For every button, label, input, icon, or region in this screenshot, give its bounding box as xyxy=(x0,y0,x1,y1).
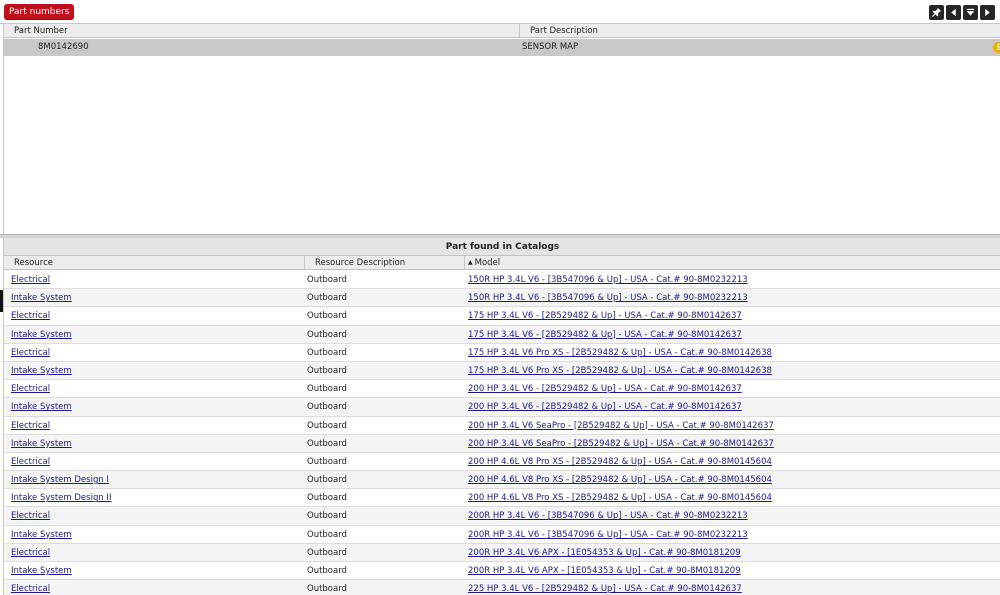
resource-link[interactable]: Intake System xyxy=(11,526,72,544)
resource-description-cell: Outboard xyxy=(307,384,347,395)
model-link[interactable]: 175 HP 3.4L V6 Pro XS - [2B529482 & Up] … xyxy=(468,344,772,362)
table-row[interactable]: Electrical Outboard 200 HP 3.4L V6 SeaPro … xyxy=(4,417,1000,435)
catalog-table-header: Resource Resource Description ▲ Model xyxy=(4,256,1000,270)
resource-description-cell: Outboard xyxy=(307,275,347,285)
column-header-model-label: Model xyxy=(474,258,501,268)
resource-link[interactable]: Intake System xyxy=(11,562,72,580)
table-row[interactable]: Intake System Outboard 200R HP 3.4L V6 APX… xyxy=(4,562,1000,581)
part-table-header: Part Number Part Description xyxy=(4,24,1000,38)
part-number-value: 8M0142690 xyxy=(38,42,89,52)
resource-description-cell: Outboard xyxy=(307,547,347,558)
column-header-model[interactable]: ▲ Model xyxy=(465,256,1000,270)
resource-link[interactable]: Intake System xyxy=(11,289,72,307)
pin-button[interactable] xyxy=(929,5,944,20)
model-link[interactable]: 200 HP 3.4L V6 - [2B529482 & Up] - USA -… xyxy=(468,380,742,398)
resource-description-cell: Outboard xyxy=(307,438,347,449)
column-header-resource-description[interactable]: Resource Description xyxy=(305,256,465,270)
catalog-rows: Electrical Outboard 150R HP 3.4L V6 - [3B5… xyxy=(4,271,1000,595)
table-row[interactable]: Intake System Design II Outboard 200 HP 4.… xyxy=(4,489,1000,508)
resource-link[interactable]: Electrical xyxy=(11,507,50,525)
next-icon xyxy=(985,8,990,17)
model-link[interactable]: 225 HP 3.4L V6 - [2B529482 & Up] - USA -… xyxy=(468,580,742,595)
model-link[interactable]: 200 HP 3.4L V6 SeaPro - [2B529482 & Up] … xyxy=(468,417,774,435)
filter-icon xyxy=(966,8,975,16)
column-header-part-description[interactable]: Part Description xyxy=(520,24,1000,38)
table-row[interactable]: Intake System Outboard 175 HP 3.4L V6 Pro … xyxy=(4,361,1000,381)
table-row[interactable]: Electrical Outboard 225 HP 3.4L V6 - [2B52… xyxy=(4,580,1000,595)
model-link[interactable]: 150R HP 3.4L V6 - [3B547096 & Up] - USA … xyxy=(468,289,748,307)
model-link[interactable]: 175 HP 3.4L V6 - [2B529482 & Up] - USA -… xyxy=(468,307,742,325)
resource-link[interactable]: Electrical xyxy=(11,271,50,289)
resource-description-cell: Outboard xyxy=(307,511,347,522)
sort-ascending-icon: ▲ xyxy=(468,259,473,266)
resource-description-cell: Outboard xyxy=(307,365,347,376)
model-link[interactable]: 200 HP 4.6L V8 Pro XS - [2B529482 & Up] … xyxy=(468,471,772,489)
previous-icon xyxy=(951,8,956,17)
resource-description-cell: Outboard xyxy=(307,347,347,358)
table-row[interactable]: Intake System Outboard 175 HP 3.4L V6 - [2… xyxy=(4,325,1000,344)
resource-link[interactable]: Electrical xyxy=(11,453,50,471)
resource-description-cell: Outboard xyxy=(307,475,347,486)
part-numbers-panel: Part Number Part Description 8M0142690 S… xyxy=(3,24,1000,234)
model-link[interactable]: 200R HP 3.4L V6 APX - [1E054353 & Up] - … xyxy=(468,562,741,580)
model-link[interactable]: 175 HP 3.4L V6 Pro XS - [2B529482 & Up] … xyxy=(468,362,772,380)
filter-button[interactable] xyxy=(963,5,978,20)
model-link[interactable]: 200R HP 3.4L V6 APX - [1E054353 & Up] - … xyxy=(468,544,741,562)
resource-link[interactable]: Electrical xyxy=(11,307,50,325)
resource-link[interactable]: Intake System xyxy=(11,362,72,380)
table-row[interactable]: Intake System Design I Outboard 200 HP 4.6… xyxy=(4,471,1000,490)
resource-description-cell: Outboard xyxy=(307,293,347,304)
resource-link[interactable]: Intake System xyxy=(11,398,72,416)
resource-link[interactable]: Intake System Design II xyxy=(11,489,111,507)
model-link[interactable]: 200R HP 3.4L V6 - [3B547096 & Up] - USA … xyxy=(468,507,748,525)
resource-description-cell: Outboard xyxy=(307,311,347,322)
resource-description-cell: Outboard xyxy=(307,584,347,595)
column-header-resource[interactable]: Resource xyxy=(4,256,305,270)
toolbar: Part numbers xyxy=(0,0,1000,24)
resource-description-cell: Outboard xyxy=(307,566,347,576)
resource-description-cell: Outboard xyxy=(307,420,347,431)
model-link[interactable]: 200 HP 4.6L V8 Pro XS - [2B529482 & Up] … xyxy=(468,453,772,471)
table-row[interactable]: Electrical Outboard 150R HP 3.4L V6 - [3B5… xyxy=(4,271,1000,290)
resource-link[interactable]: Intake System xyxy=(11,326,72,344)
resource-link[interactable]: Electrical xyxy=(11,417,50,435)
table-row[interactable]: Intake System Outboard 200 HP 3.4L V6 SeaP… xyxy=(4,434,1000,453)
model-link[interactable]: 200 HP 4.6L V8 Pro XS - [2B529482 & Up] … xyxy=(468,489,772,507)
table-row[interactable]: Intake System Outboard 150R HP 3.4L V6 - [… xyxy=(4,289,1000,308)
next-button[interactable] xyxy=(980,5,995,20)
resource-link[interactable]: Intake System xyxy=(11,435,72,453)
resource-link[interactable]: Electrical xyxy=(11,380,50,398)
resource-description-cell: Outboard xyxy=(307,329,347,340)
resource-description-cell: Outboard xyxy=(307,456,347,467)
previous-button[interactable] xyxy=(946,5,961,20)
resource-link[interactable]: Electrical xyxy=(11,580,50,595)
part-description-value: SENSOR MAP xyxy=(522,42,579,52)
pin-icon xyxy=(932,7,942,17)
table-row[interactable]: Electrical Outboard 175 HP 3.4L V6 - [2B52… xyxy=(4,307,1000,326)
table-row[interactable]: Electrical Outboard 175 HP 3.4L V6 Pro XS … xyxy=(4,344,1000,362)
resource-link[interactable]: Intake System Design I xyxy=(11,471,109,489)
part-row-selected[interactable]: 8M0142690 SENSOR MAP i xyxy=(4,39,1000,56)
table-row[interactable]: Intake System Outboard 200 HP 3.4L V6 - [2… xyxy=(4,398,1000,417)
model-link[interactable]: 150R HP 3.4L V6 - [3B547096 & Up] - USA … xyxy=(468,271,748,289)
model-link[interactable]: 200 HP 3.4L V6 SeaPro - [2B529482 & Up] … xyxy=(468,435,774,453)
table-row[interactable]: Intake System Outboard 200R HP 3.4L V6 - [… xyxy=(4,526,1000,544)
resource-description-cell: Outboard xyxy=(307,529,347,540)
model-link[interactable]: 175 HP 3.4L V6 - [2B529482 & Up] - USA -… xyxy=(468,326,742,344)
catalogs-title: Part found in Catalogs xyxy=(4,238,1000,256)
part-numbers-tab[interactable]: Part numbers xyxy=(4,4,75,20)
resource-link[interactable]: Electrical xyxy=(11,344,50,362)
catalogs-panel: Part found in Catalogs Resource Resource… xyxy=(3,238,1000,595)
table-row[interactable]: Electrical Outboard 200 HP 3.4L V6 - [2B52… xyxy=(4,380,1000,399)
resource-link[interactable]: Electrical xyxy=(11,544,50,562)
model-link[interactable]: 200R HP 3.4L V6 - [3B547096 & Up] - USA … xyxy=(468,526,748,544)
table-row[interactable]: Electrical Outboard 200R HP 3.4L V6 - [3B5… xyxy=(4,507,1000,526)
model-link[interactable]: 200 HP 3.4L V6 - [2B529482 & Up] - USA -… xyxy=(468,398,742,416)
resource-description-cell: Outboard xyxy=(307,402,347,413)
table-row[interactable]: Electrical Outboard 200 HP 4.6L V8 Pro XS … xyxy=(4,453,1000,472)
info-icon[interactable]: i xyxy=(993,42,1000,53)
column-header-part-number[interactable]: Part Number xyxy=(4,24,520,38)
table-row[interactable]: Electrical Outboard 200R HP 3.4L V6 APX - … xyxy=(4,543,1000,562)
resource-description-cell: Outboard xyxy=(307,493,347,504)
